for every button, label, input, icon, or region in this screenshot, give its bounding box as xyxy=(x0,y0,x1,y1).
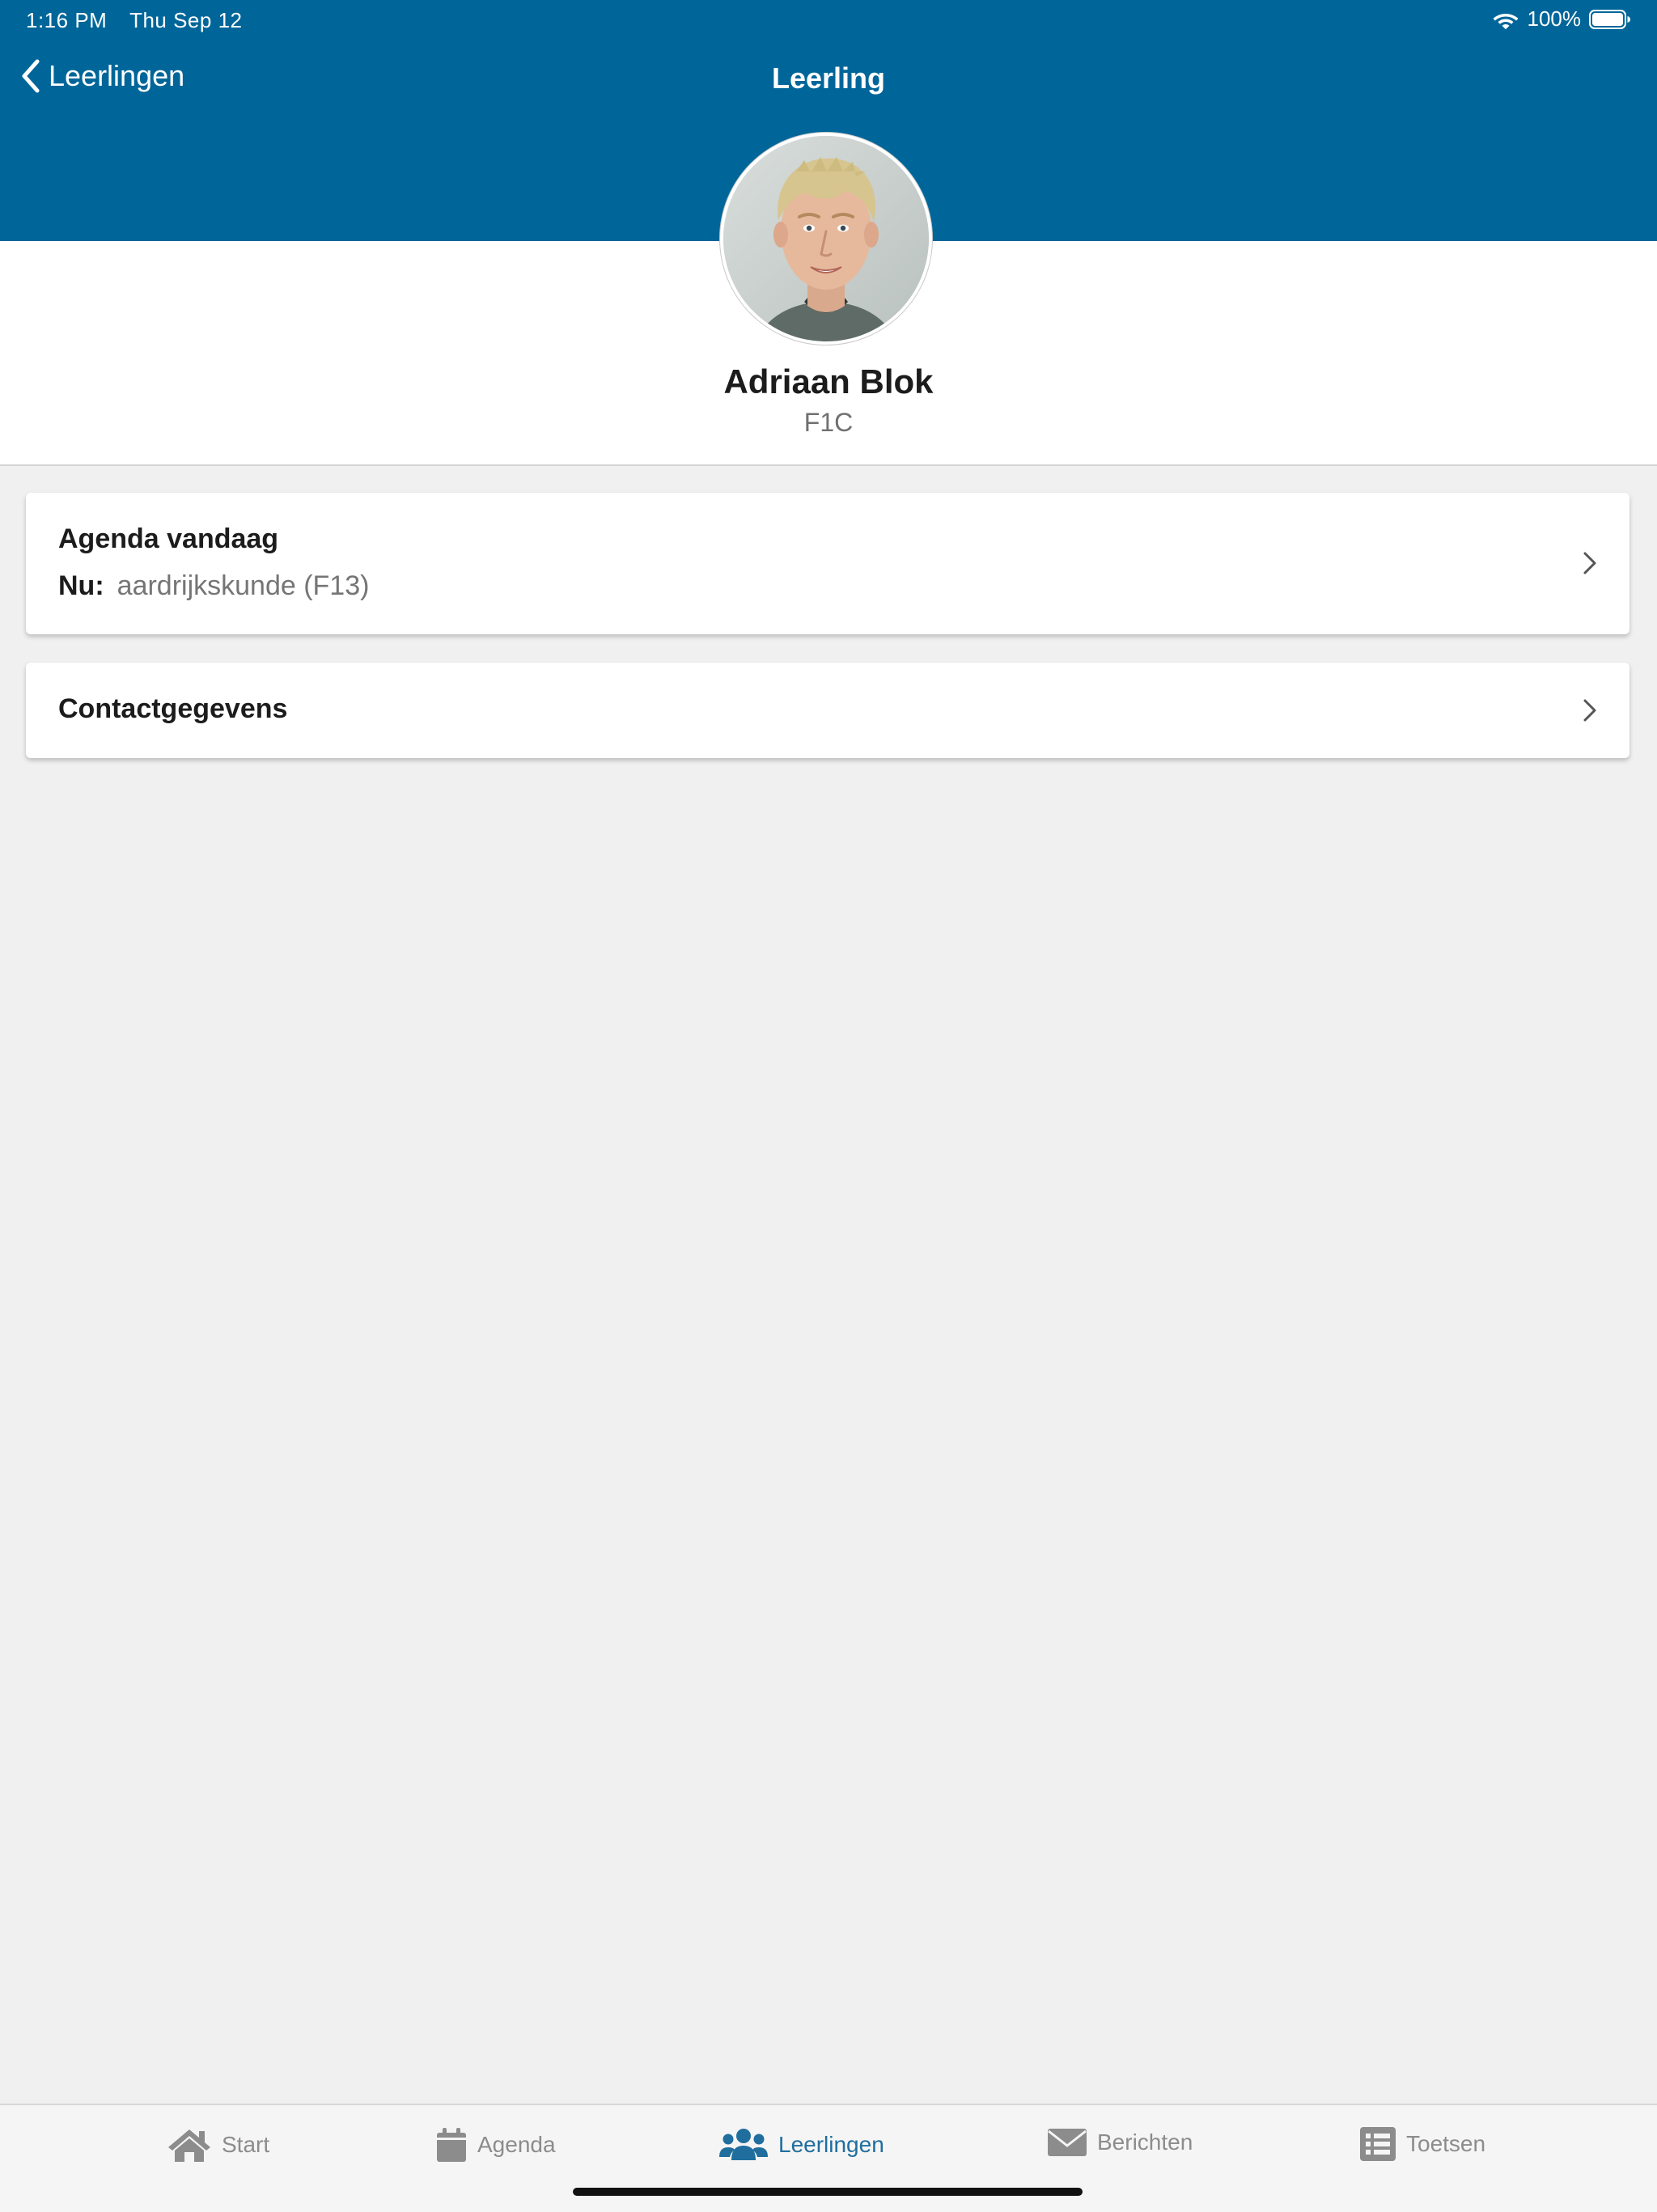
agenda-card[interactable]: Agenda vandaag Nu: aardrijkskunde (F13) xyxy=(26,493,1629,634)
home-indicator xyxy=(573,2188,1083,2196)
battery-full-icon xyxy=(1589,9,1630,29)
users-icon xyxy=(719,2129,768,2160)
tab-start-label: Start xyxy=(222,2132,270,2157)
status-bar-right: 100% xyxy=(1492,6,1632,32)
page-title: Leerling xyxy=(771,61,886,95)
tab-berichten-label: Berichten xyxy=(1097,2129,1193,2155)
tab-start[interactable]: Start xyxy=(167,2126,269,2163)
chevron-right-icon xyxy=(1583,552,1596,574)
home-icon xyxy=(168,2129,210,2162)
tab-agenda-label: Agenda xyxy=(477,2132,556,2157)
agenda-card-title: Agenda vandaag xyxy=(58,523,279,554)
student-photo xyxy=(723,136,929,341)
battery-percentage: 100% xyxy=(1527,6,1582,31)
status-date: Thu Sep 12 xyxy=(129,8,243,32)
agenda-current-line: Nu: aardrijkskunde (F13) xyxy=(58,570,369,602)
tab-toetsen-label: Toetsen xyxy=(1406,2131,1486,2156)
tab-leerlingen-label: Leerlingen xyxy=(778,2132,884,2157)
tab-leerlingen[interactable]: Leerlingen xyxy=(718,2126,884,2163)
student-class: F1C xyxy=(803,408,854,437)
status-bar-left: 1:16 PM Thu Sep 12 xyxy=(26,8,243,33)
status-time: 1:16 PM xyxy=(26,8,108,32)
wifi-icon xyxy=(1493,13,1518,29)
tab-toetsen[interactable]: Toetsen xyxy=(1359,2126,1485,2162)
envelope-icon xyxy=(1048,2129,1087,2156)
avatar xyxy=(720,133,932,345)
list-icon xyxy=(1360,2127,1396,2161)
chevron-right-icon xyxy=(1583,699,1596,722)
now-label: Nu: xyxy=(58,570,104,601)
contact-card[interactable]: Contactgegevens xyxy=(26,663,1629,758)
now-value: aardrijkskunde (F13) xyxy=(117,570,370,601)
calendar-icon xyxy=(437,2128,466,2162)
tab-berichten[interactable]: Berichten xyxy=(1047,2126,1193,2159)
tab-agenda[interactable]: Agenda xyxy=(435,2126,556,2163)
contact-card-title: Contactgegevens xyxy=(58,693,288,724)
student-name: Adriaan Blok xyxy=(723,362,934,400)
